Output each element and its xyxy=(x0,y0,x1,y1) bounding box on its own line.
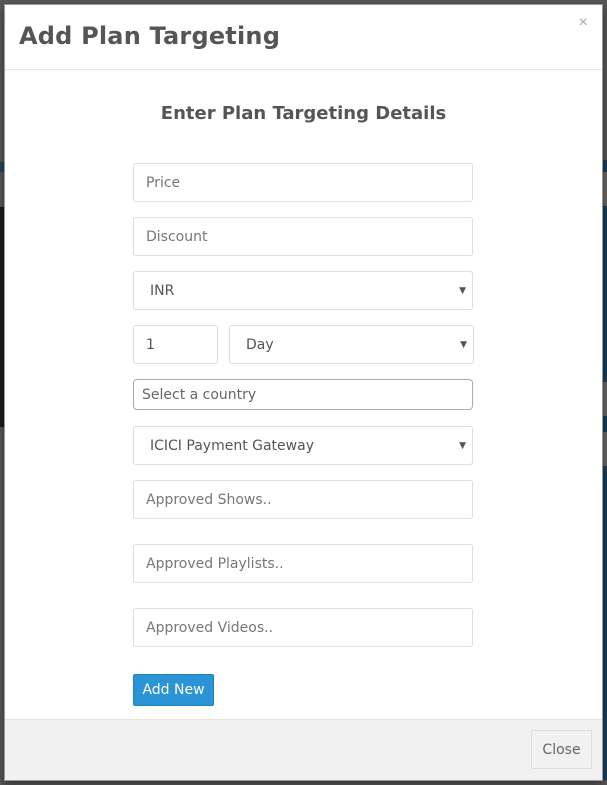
approved-playlists-input[interactable]: Approved Playlists.. xyxy=(133,544,473,583)
chevron-down-icon: ▼ xyxy=(460,339,467,350)
approved-videos-placeholder: Approved Videos.. xyxy=(146,619,274,636)
form-heading: Enter Plan Targeting Details xyxy=(160,103,447,124)
modal-footer: Close xyxy=(5,719,602,780)
payment-gateway-select[interactable]: ICICI Payment Gateway ▼ xyxy=(133,426,473,465)
modal-body: Enter Plan Targeting Details Price Disco… xyxy=(5,70,602,720)
duration-count-input[interactable]: 1 xyxy=(133,325,218,364)
backdrop-page-strip xyxy=(603,432,607,466)
duration-unit-select[interactable]: Day ▼ xyxy=(229,325,474,364)
add-new-button[interactable]: Add New xyxy=(133,674,214,706)
backdrop-page-strip xyxy=(603,172,607,206)
approved-playlists-placeholder: Approved Playlists.. xyxy=(146,555,284,572)
price-input[interactable]: Price xyxy=(133,163,473,202)
chevron-down-icon: ▼ xyxy=(459,440,466,451)
discount-input[interactable]: Discount xyxy=(133,217,473,256)
close-button[interactable]: Close xyxy=(531,730,592,769)
country-select[interactable]: Select a country xyxy=(133,379,473,410)
country-placeholder: Select a country xyxy=(142,386,257,403)
modal-header: Add Plan Targeting × xyxy=(5,5,602,70)
price-placeholder: Price xyxy=(146,174,181,191)
close-icon[interactable]: × xyxy=(579,15,588,31)
currency-select[interactable]: INR ▼ xyxy=(133,271,473,310)
approved-shows-input[interactable]: Approved Shows.. xyxy=(133,480,473,519)
backdrop-page-strip xyxy=(603,382,607,416)
discount-placeholder: Discount xyxy=(146,228,208,245)
duration-unit-value: Day xyxy=(246,336,274,353)
currency-value: INR xyxy=(150,282,175,299)
chevron-down-icon: ▼ xyxy=(459,285,466,296)
add-plan-targeting-modal: Add Plan Targeting × Enter Plan Targetin… xyxy=(4,4,603,781)
approved-shows-placeholder: Approved Shows.. xyxy=(146,491,272,508)
modal-title: Add Plan Targeting xyxy=(19,22,281,50)
payment-gateway-value: ICICI Payment Gateway xyxy=(150,437,314,454)
duration-count-value: 1 xyxy=(146,336,155,353)
backdrop-page-strip xyxy=(603,160,607,780)
approved-videos-input[interactable]: Approved Videos.. xyxy=(133,608,473,647)
